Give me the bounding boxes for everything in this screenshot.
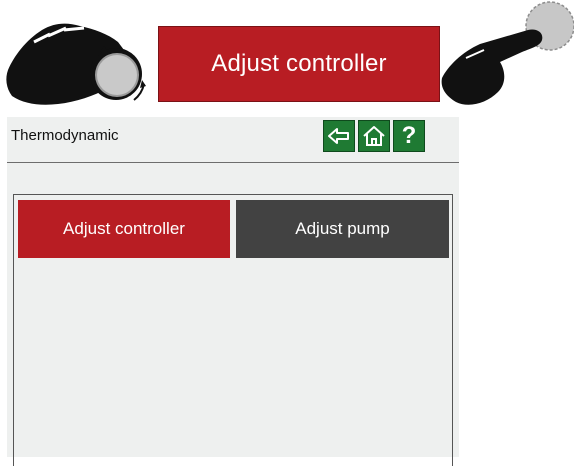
- tab-adjust-pump[interactable]: Adjust pump: [236, 200, 449, 258]
- screen-title: Thermodynamic: [11, 127, 119, 144]
- tab-adjust-controller[interactable]: Adjust controller: [18, 200, 230, 258]
- back-arrow-icon: [328, 128, 349, 144]
- home-button[interactable]: [358, 120, 390, 152]
- pointing-hand-icon: [441, 1, 574, 105]
- adjust-controller-callout-label: Adjust controller: [211, 50, 387, 77]
- tab-panel: Adjust controller Adjust pump: [13, 194, 453, 466]
- tab-adjust-pump-label: Adjust pump: [295, 219, 390, 238]
- help-label: ?: [401, 122, 417, 149]
- home-icon: [363, 126, 385, 146]
- tab-adjust-controller-label: Adjust controller: [63, 219, 185, 238]
- device-screen: Thermodynamic ? Adjust controller Adjust…: [7, 117, 459, 466]
- adjust-controller-callout-button[interactable]: Adjust controller: [158, 26, 440, 102]
- hand-turning-knob-icon: [6, 23, 146, 105]
- screen-header: Thermodynamic ?: [7, 117, 459, 163]
- back-button[interactable]: [323, 120, 355, 152]
- help-button[interactable]: ?: [393, 120, 425, 152]
